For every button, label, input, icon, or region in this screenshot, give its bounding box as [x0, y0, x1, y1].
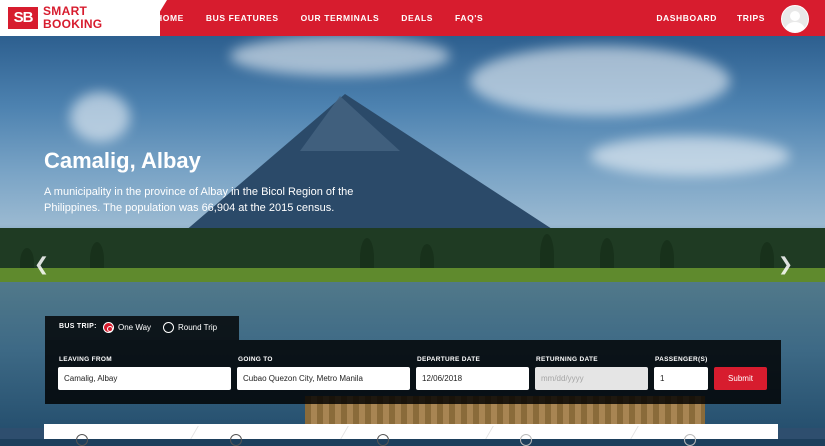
main-nav: HOME BUS FEATURES OUR TERMINALS DEALS FA… [156, 0, 505, 36]
nav-bus-features[interactable]: BUS FEATURES [206, 13, 279, 23]
brand-name[interactable]: SMART BOOKING [43, 5, 102, 31]
hero-title: Camalig, Albay [44, 148, 201, 173]
feature-divider [190, 426, 199, 439]
trip-type-bar: BUS TRIP: One Way Round Trip [45, 316, 239, 340]
feature-divider [485, 426, 494, 439]
cloud [70, 92, 130, 142]
nav-home[interactable]: HOME [156, 13, 184, 23]
grass-strip [0, 268, 825, 282]
feature-divider [340, 426, 349, 439]
feature-strip [44, 424, 778, 446]
feature-circle-icon [230, 434, 242, 446]
returning-date-label: RETURNING DATE [536, 356, 598, 363]
booking-form: LEAVING FROM GOING TO DEPARTURE DATE RET… [45, 340, 781, 404]
round-trip-label[interactable]: Round Trip [178, 323, 217, 332]
chevron-left-icon[interactable]: ❮ [34, 254, 49, 275]
top-navbar: SB SMART BOOKING HOME BUS FEATURES OUR T… [0, 0, 825, 36]
volcano-peak-shade [300, 96, 400, 151]
nav-deals[interactable]: DEALS [401, 13, 433, 23]
feature-circle-icon [520, 434, 532, 446]
feature-circle-icon [76, 434, 88, 446]
leaving-from-label: LEAVING FROM [59, 356, 112, 363]
submit-button[interactable]: Submit [714, 367, 767, 390]
leaving-from-input[interactable] [58, 367, 231, 390]
feature-circle-icon [377, 434, 389, 446]
nav-dashboard[interactable]: DASHBOARD [656, 13, 717, 23]
user-nav: DASHBOARD TRIPS [636, 0, 765, 36]
going-to-label: GOING TO [238, 356, 273, 363]
cloud [230, 36, 450, 76]
returning-date-input[interactable] [535, 367, 648, 390]
going-to-input[interactable] [237, 367, 410, 390]
one-way-label[interactable]: One Way [118, 323, 151, 332]
departure-date-input[interactable] [416, 367, 529, 390]
avatar-head [790, 11, 800, 21]
passengers-input[interactable] [654, 367, 708, 390]
hero-description: A municipality in the province of Albay … [44, 186, 354, 214]
user-avatar-icon[interactable] [781, 5, 809, 33]
nav-our-terminals[interactable]: OUR TERMINALS [301, 13, 380, 23]
departure-date-label: DEPARTURE DATE [417, 356, 481, 363]
brand-line-2: BOOKING [43, 17, 103, 31]
trip-type-label: BUS TRIP: [59, 323, 97, 330]
cloud [590, 136, 790, 176]
nav-trips[interactable]: TRIPS [737, 13, 765, 23]
round-trip-radio[interactable] [163, 322, 174, 333]
passengers-label: PASSENGER(S) [655, 356, 708, 363]
feature-circle-icon [684, 434, 696, 446]
feature-divider [630, 426, 639, 439]
logo-icon[interactable]: SB [8, 7, 38, 29]
nav-faqs[interactable]: FAQ'S [455, 13, 483, 23]
one-way-radio[interactable] [103, 322, 114, 333]
avatar-body [785, 22, 805, 32]
chevron-right-icon[interactable]: ❯ [778, 254, 793, 275]
